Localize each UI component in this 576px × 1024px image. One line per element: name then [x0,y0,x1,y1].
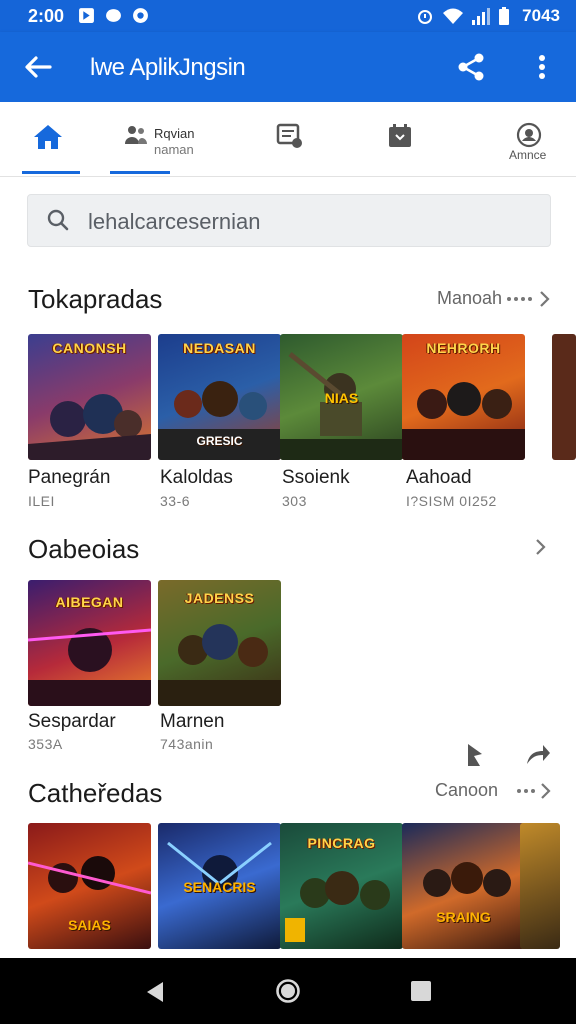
tab-people-sublabel: naman [154,142,194,157]
game-meta: 743anin [160,736,214,752]
game-card[interactable]: SAIAS [28,823,151,949]
tab-calendar[interactable] [380,102,420,176]
game-name[interactable]: Ssoienk [282,467,350,489]
game-name[interactable]: Panegrán [28,467,110,489]
home-icon [34,125,62,149]
game-card[interactable]: NEHRORH [402,334,525,460]
section-title: Catheředas [28,778,163,808]
game-meta: ILEI [28,493,55,509]
game-art-subtitle: SAIAS [68,917,111,933]
game-meta: 303 [282,493,307,509]
search-icon [47,209,69,231]
search-input[interactable]: lehalcarcesernian [27,194,551,247]
game-meta: 33-6 [160,493,191,509]
game-card[interactable]: SRAING [402,823,525,949]
tab-indicator-secondary [110,171,170,174]
bookmark-icon[interactable] [462,740,490,768]
notification-icon [79,8,94,23]
app-bar: lwe AplikJngsin [0,32,576,102]
alarm-icon [418,10,432,24]
dots-chevron-icon[interactable] [505,290,553,308]
game-name[interactable]: Marnen [160,711,224,733]
game-card[interactable]: SENACRIS [158,823,281,949]
status-bar: 2:00 7043 [0,0,576,32]
game-card[interactable]: NIAS [280,334,403,460]
note-icon [276,123,302,148]
home-circle-icon[interactable] [275,978,301,1004]
game-art-subtitle: GRESIC [196,434,243,448]
tab-home[interactable] [22,102,80,176]
game-card-partial[interactable] [552,334,576,460]
game-name[interactable]: Sespardar [28,711,116,733]
wifi-icon [443,8,463,24]
signal-icon [472,8,490,25]
tab-people-label: Rqvian [154,126,195,141]
status-clock-right: 7043 [522,6,560,25]
more-vert-icon[interactable] [530,52,554,82]
dots-chevron-icon[interactable] [515,782,553,800]
settings-circle-icon [516,122,542,148]
game-card[interactable]: AIBEGAN [28,580,151,706]
game-art-subtitle: NIAS [324,390,359,406]
forward-arrow-icon[interactable] [523,740,551,768]
people-icon [125,126,147,144]
game-art-title: CANONSH [52,340,127,356]
game-art-title: JADENSS [184,590,255,606]
game-art-title: AIBEGAN [55,594,124,610]
game-art-title: PINCRAG [307,835,376,851]
battery-icon [499,7,509,25]
game-name[interactable]: Aahoad [406,467,472,489]
chevron-right-icon[interactable] [534,538,548,556]
game-art-subtitle: SENACRIS [183,879,256,895]
back-arrow-icon[interactable] [22,52,54,82]
tab-indicator [22,171,80,174]
recents-square-icon[interactable] [410,980,432,1002]
tab-bar: Rqvian naman Amnce [0,102,576,177]
system-nav-bar [0,958,576,1024]
tab-people[interactable]: Rqvian naman [110,102,194,176]
section-more-link[interactable]: Canoon [435,780,498,801]
game-art-title: NEDASAN [183,340,256,356]
section-title: Oabeoias [28,534,140,564]
chat-icon [106,9,121,22]
tab-notes[interactable] [270,102,310,176]
game-meta: I?SISM 0I252 [406,493,497,509]
game-meta: 353A [28,736,63,752]
game-card[interactable]: JADENSS [158,580,281,706]
game-art [423,862,511,897]
status-time: 2:00 [28,6,65,26]
game-name[interactable]: Kaloldas [160,467,233,489]
calendar-icon [389,124,411,147]
section-more-link[interactable]: Manoah [437,288,502,309]
share-icon[interactable] [456,52,486,82]
back-triangle-icon[interactable] [144,980,166,1004]
game-card-partial[interactable] [520,823,560,949]
app-title: lwe AplikJngsin [90,54,246,81]
tab-settings[interactable]: Amnce [505,102,555,176]
search-placeholder: lehalcarcesernian [88,209,261,234]
tab-settings-label: Amnce [509,148,547,162]
game-card[interactable]: CANONSH [28,334,151,460]
game-art-subtitle: SRAING [436,909,491,925]
record-icon [133,8,148,23]
game-card[interactable]: NEDASAN GRESIC [158,334,281,460]
game-art-title: NEHRORH [426,340,501,356]
section-title: Tokapradas [28,284,163,314]
game-card[interactable]: PINCRAG [280,823,403,949]
